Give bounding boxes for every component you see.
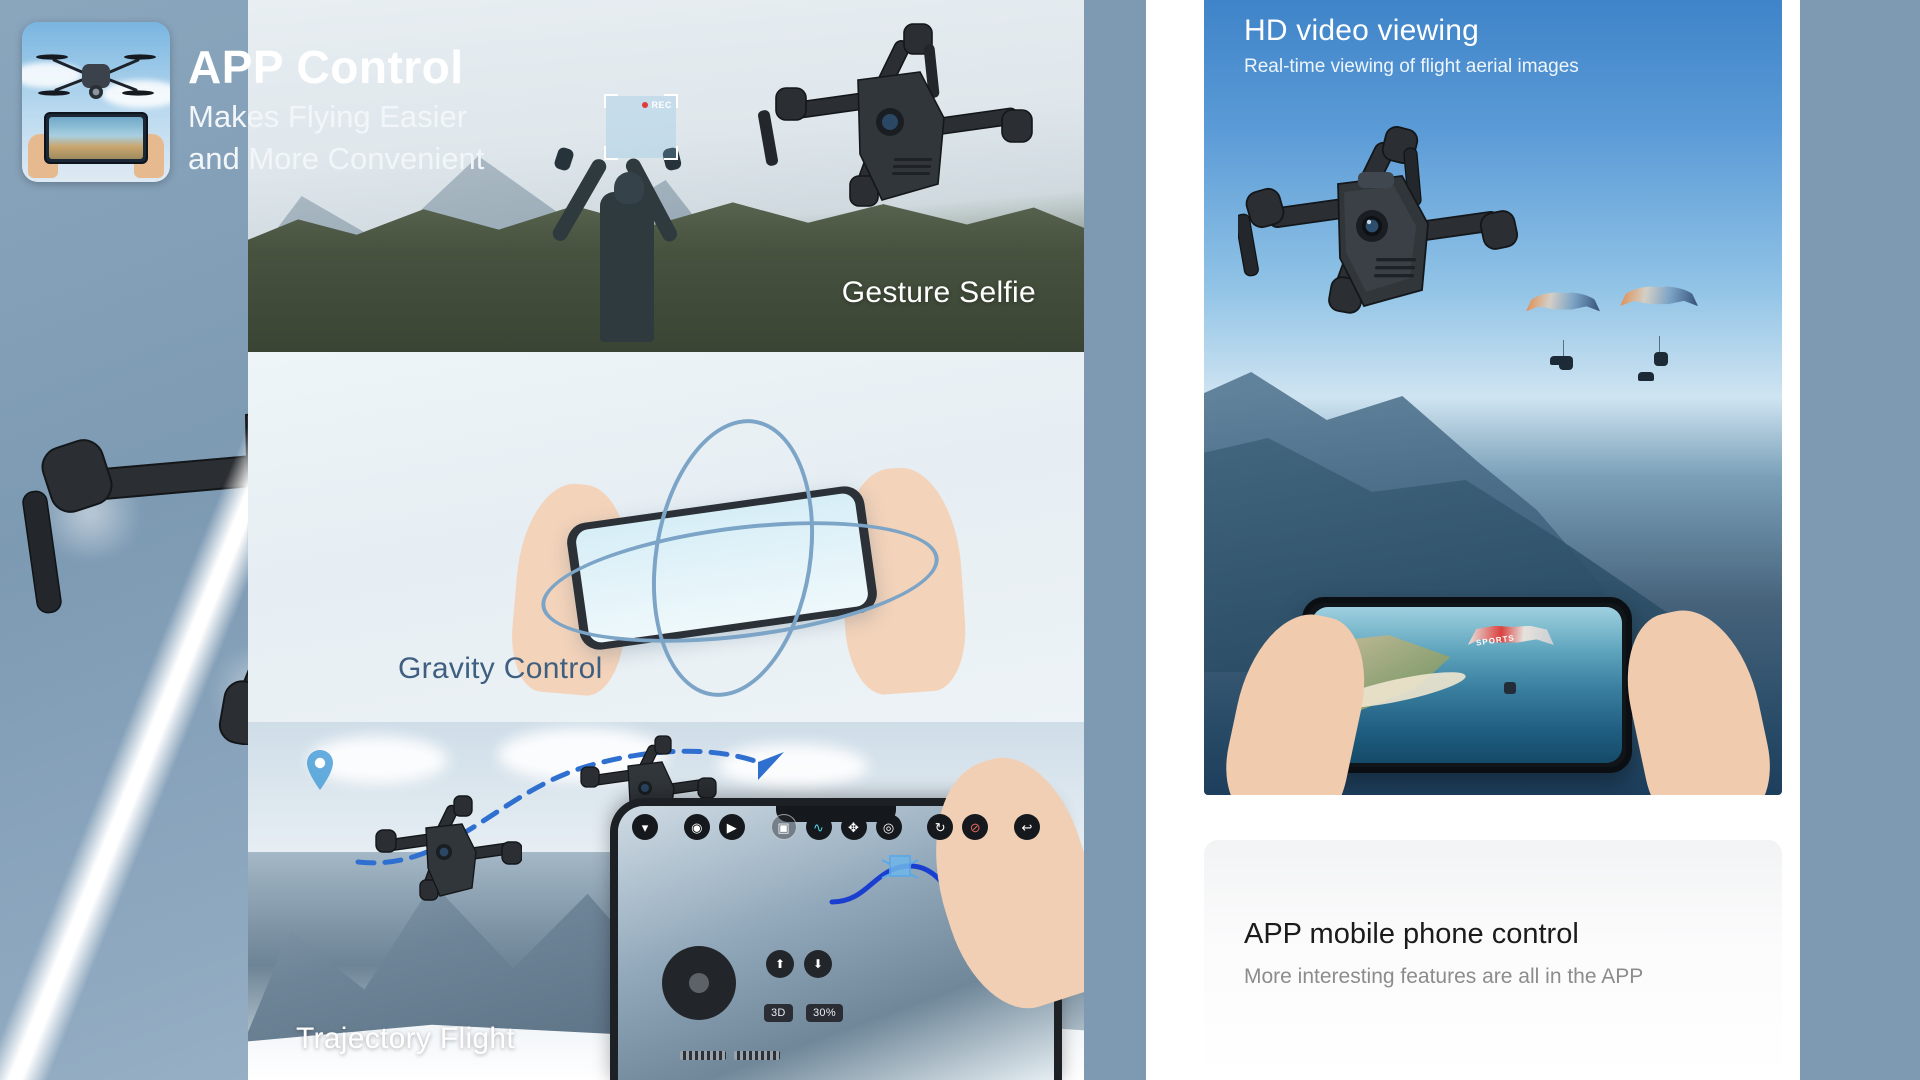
page-subtitle-line2: and More Convenient <box>188 140 485 176</box>
hd-video-heading-block: HD video viewing Real-time viewing of fl… <box>1244 14 1579 78</box>
distant-pilot-a <box>1550 356 1566 376</box>
battery-bar <box>680 1051 726 1060</box>
hd-video-card: HD video viewing Real-time viewing of fl… <box>1204 0 1782 795</box>
title-block: APP Control Makes Flying Easier and More… <box>188 42 748 177</box>
headless-mode-icon[interactable]: ◎ <box>875 814 902 840</box>
gyro-ring-vertical-icon <box>633 407 833 709</box>
hd-video-subtitle: Real-time viewing of flight aerial image… <box>1244 56 1579 77</box>
person-torso <box>600 192 654 342</box>
flip-360-icon[interactable]: ↻ <box>927 814 954 840</box>
trajectory-flight-icon[interactable]: ∿ <box>805 814 832 840</box>
vr-mode-icon[interactable]: ▣ <box>770 814 797 840</box>
trajectory-cloud-c <box>718 744 868 788</box>
gesture-drone-image <box>754 18 1044 218</box>
right-column: HD video viewing Real-time viewing of fl… <box>1190 0 1800 1080</box>
page-title: APP Control <box>188 41 464 93</box>
signal-bar <box>734 1051 780 1060</box>
hd-video-title: HD video viewing <box>1244 14 1479 47</box>
hd-drone-image <box>1235 126 1519 316</box>
app-icon-drone <box>36 44 156 106</box>
paraglider-canopy-left <box>1526 292 1600 370</box>
waypoint-pin-icon <box>306 750 334 790</box>
badge-3d[interactable]: 3D <box>764 1004 793 1022</box>
return-home-icon[interactable]: ↩ <box>1014 814 1040 840</box>
label-gravity-control: Gravity Control <box>398 652 603 685</box>
center-blue-band <box>1084 0 1146 1080</box>
distant-pilot-b <box>1638 372 1654 392</box>
app-icon-phone-screen <box>49 117 143 159</box>
no-fly-icon[interactable]: ⊘ <box>962 814 989 840</box>
paraglider-canopy-right <box>1620 286 1698 366</box>
trajectory-drone-lower <box>372 794 523 902</box>
badge-speed[interactable]: 30% <box>806 1004 843 1022</box>
photo-camera-icon[interactable]: ◉ <box>683 814 710 840</box>
app-control-card: APP mobile phone control More interestin… <box>1204 840 1782 1080</box>
app-toolbar[interactable]: ▾ ◉ ▶ ▣ ∿ ✥ ◎ ↻ ⊘ ↩ <box>618 814 1054 840</box>
dropdown-icon[interactable]: ▾ <box>632 814 658 840</box>
status-bars <box>680 1051 780 1060</box>
app-card-subtitle: More interesting features are all in the… <box>1244 965 1644 988</box>
panel-gravity-control: Gravity Control <box>248 352 1084 722</box>
app-card-title: APP mobile phone control <box>1244 918 1579 950</box>
takeoff-button[interactable]: ⬆ <box>766 950 794 978</box>
virtual-joystick[interactable] <box>662 946 736 1020</box>
page-subtitle-line1: Makes Flying Easier <box>188 98 468 134</box>
person-head <box>614 172 644 204</box>
screen-paraglider: SPORTS <box>1467 625 1554 694</box>
video-camera-icon[interactable]: ▶ <box>718 814 745 840</box>
right-edge-band <box>1800 0 1920 1080</box>
left-hero-panel: Gravity Control <box>0 0 1084 1080</box>
drone-app-icon <box>22 22 170 182</box>
gravity-control-icon[interactable]: ✥ <box>840 814 867 840</box>
panel-trajectory-flight: ▾ ◉ ▶ ▣ ∿ ✥ ◎ ↻ ⊘ ↩ ⬆ ⬇ 3D 30% Trajector… <box>248 722 1084 1080</box>
label-gesture-selfie: Gesture Selfie <box>841 276 1036 309</box>
product-feature-page: Gravity Control <box>0 0 1920 1080</box>
land-button[interactable]: ⬇ <box>804 950 832 978</box>
app-icon-phone <box>44 112 148 164</box>
label-trajectory-flight: Trajectory Flight <box>296 1022 516 1055</box>
